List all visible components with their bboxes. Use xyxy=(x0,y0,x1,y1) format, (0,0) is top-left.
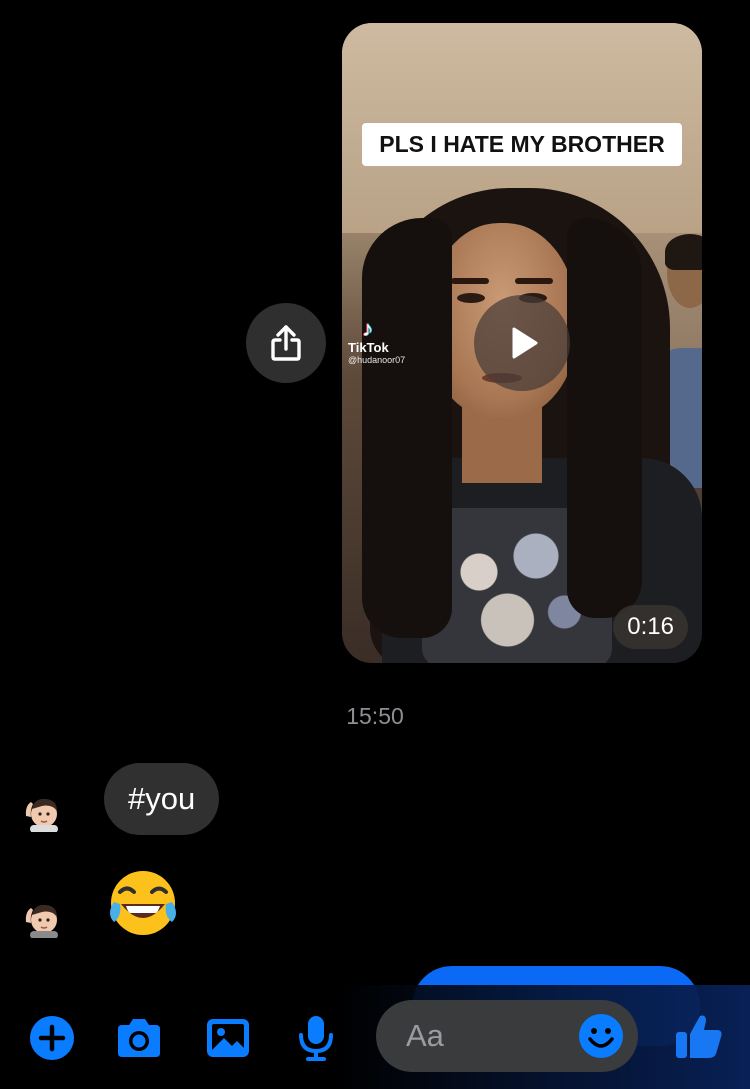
message-bubble[interactable]: #you xyxy=(104,763,220,835)
shared-video-message[interactable]: PLS I HATE MY BROTHER ♪ TikTok @hudanoor… xyxy=(342,23,702,663)
play-icon xyxy=(512,327,538,359)
message-input[interactable]: Aa xyxy=(376,1000,638,1072)
thumbs-up-icon[interactable] xyxy=(673,1010,725,1062)
camera-button[interactable] xyxy=(114,1013,164,1063)
more-actions-button[interactable] xyxy=(27,1013,77,1063)
tiktok-handle: @hudanoor07 xyxy=(348,355,406,365)
plus-icon xyxy=(30,1016,74,1060)
tiktok-watermark: ♪ TikTok @hudanoor07 xyxy=(348,316,438,366)
message-input-placeholder: Aa xyxy=(406,1018,444,1053)
video-caption: PLS I HATE MY BROTHER xyxy=(362,123,682,166)
play-button[interactable] xyxy=(474,295,570,391)
laughing-emoji-message[interactable] xyxy=(106,866,180,940)
share-icon xyxy=(271,325,301,361)
video-duration: 0:16 xyxy=(613,605,688,649)
voice-message-button[interactable] xyxy=(291,1013,341,1063)
emoji-picker-icon[interactable] xyxy=(578,1013,624,1059)
mic-icon xyxy=(299,1016,333,1061)
tiktok-logo-icon: ♪ xyxy=(362,316,373,341)
tiktok-brand: TikTok xyxy=(348,340,389,355)
message-timestamp: 15:50 xyxy=(346,703,404,729)
camera-icon xyxy=(118,1019,160,1057)
photo-icon xyxy=(207,1019,249,1057)
photo-gallery-button[interactable] xyxy=(203,1013,253,1063)
avatar[interactable] xyxy=(22,792,62,832)
share-button[interactable] xyxy=(246,303,326,383)
avatar[interactable] xyxy=(22,898,62,938)
video-thumbnail-subject xyxy=(342,178,702,663)
